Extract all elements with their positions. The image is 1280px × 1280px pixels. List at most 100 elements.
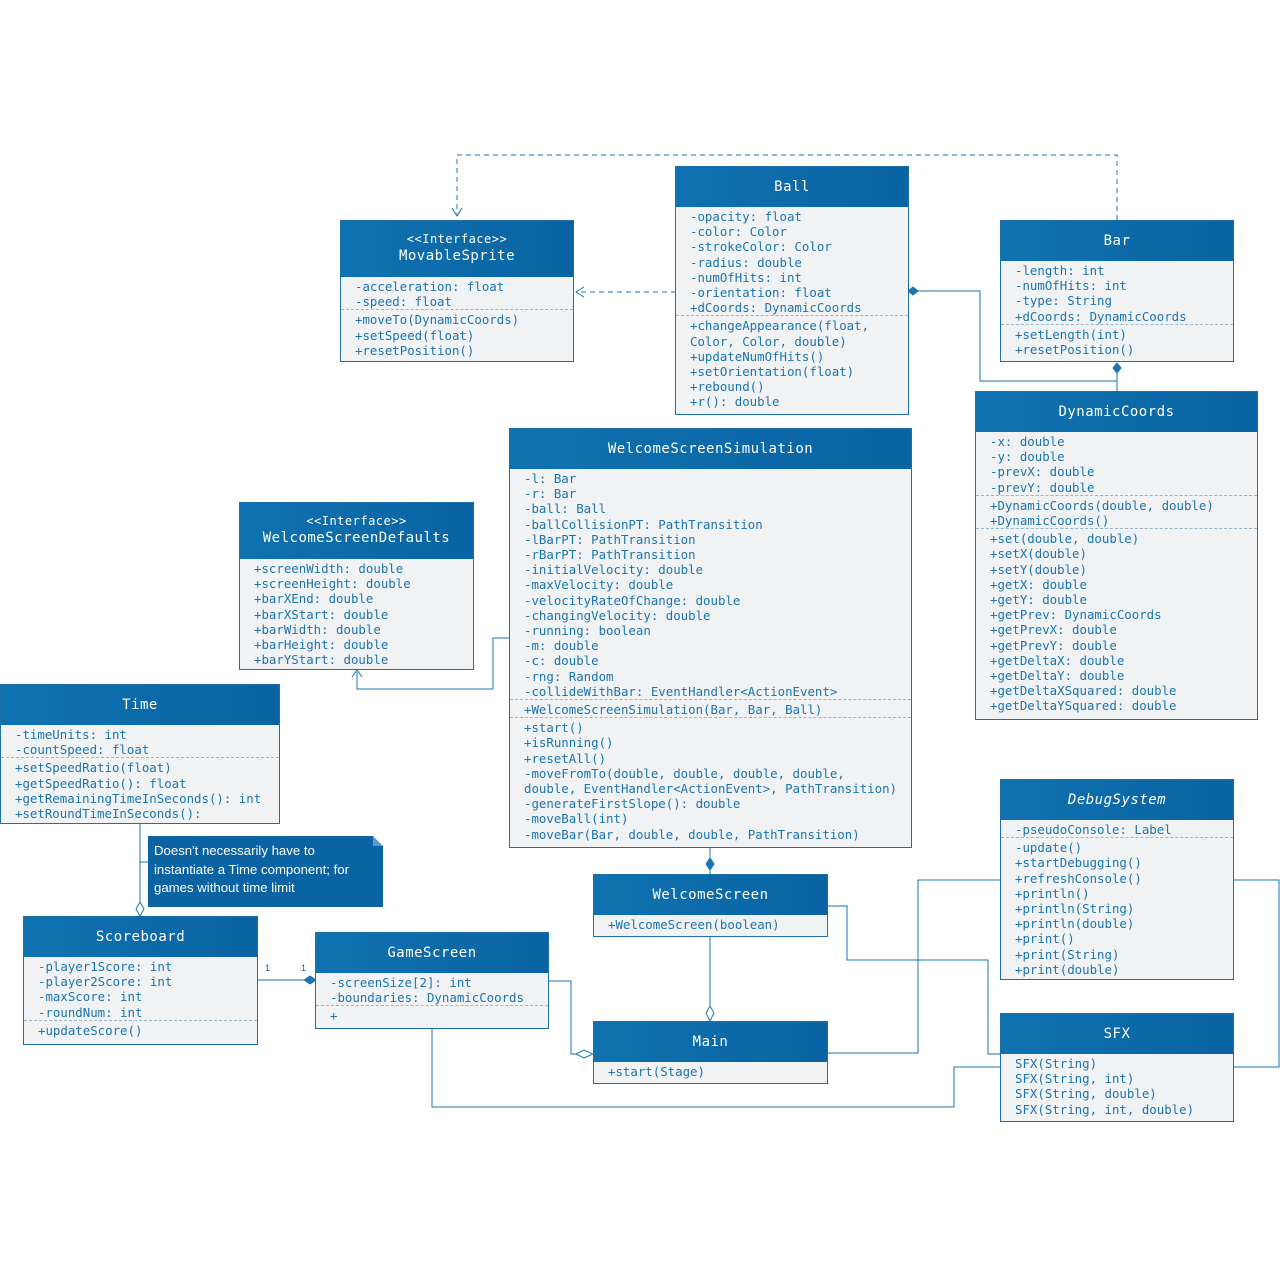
member-row: +getSpeedRatio(): float <box>15 775 187 791</box>
member-row: -pseudoConsole: Label <box>1015 822 1172 837</box>
member-row: -moveBar(Bar, double, double, PathTransi… <box>524 826 860 842</box>
class-bar[interactable]: Bar -length: int -numOfHits: int -type: St… <box>1000 220 1234 362</box>
member-row: +r(): double <box>690 394 780 410</box>
member-row: -l: Bar <box>524 471 577 486</box>
stereotype-label: <<Interface>> <box>306 514 407 528</box>
member-row: +refreshConsole() <box>1015 870 1142 886</box>
member-row: -countSpeed: float <box>15 742 150 758</box>
member-row: +setSpeedRatio(float) <box>15 760 172 776</box>
class-welcomescreensimulation[interactable]: WelcomeScreenSimulation -l: Bar -r: Bar -b… <box>509 428 912 848</box>
member-row: -lBarPT: PathTransition <box>524 531 696 547</box>
member-row: +dCoords: DynamicCoords <box>690 300 862 316</box>
member-row: -update() <box>1015 840 1083 856</box>
member-row: -color: Color <box>690 224 787 240</box>
member-row: +getPrevY: double <box>990 637 1117 653</box>
class-gamescreen[interactable]: GameScreen -screenSize[2]: int -boundarie… <box>315 932 549 1029</box>
member-row: -orientation: float <box>690 285 832 301</box>
composition-diamond-simulation <box>705 857 715 871</box>
class-title: DynamicCoords <box>1058 404 1175 420</box>
aggregation-diamond-main-top <box>705 1004 715 1023</box>
class-welcomescreen[interactable]: WelcomeScreen +WelcomeScreen(boolean) <box>593 874 828 937</box>
member-row: +getDeltaY: double <box>990 668 1125 684</box>
class-dynamiccoords[interactable]: DynamicCoords -x: double -y: double -prevX… <box>975 391 1258 720</box>
member-row: Color, Color, double) <box>690 333 847 349</box>
class-welcomescreen-header: WelcomeScreen <box>594 875 827 915</box>
member-row: -maxScore: int <box>38 989 143 1005</box>
member-row: +setY(double) <box>990 561 1087 577</box>
member-row: +getRemainingTimeInSeconds(): int <box>15 790 262 806</box>
member-row: +changeAppearance(float, <box>690 318 870 334</box>
member-row: -roundNum: int <box>38 1004 143 1020</box>
member-row: +getDeltaYSquared: double <box>990 698 1177 714</box>
member-row: -timeUnits: int <box>15 727 127 742</box>
methods-section: SFX(String) SFX(String, int) SFX(String, d… <box>1001 1054 1233 1117</box>
attributes-section: -opacity: float -color: Color -strokeColor… <box>676 207 908 315</box>
class-time-header: Time <box>1 685 279 725</box>
class-title: GameScreen <box>387 945 477 961</box>
class-time[interactable]: Time -timeUnits: int -countSpeed: float +… <box>0 684 280 824</box>
member-row: -c: double <box>524 653 599 669</box>
attributes-section: -x: double -y: double -prevX: double -prevY… <box>976 432 1257 495</box>
class-title: DebugSystem <box>1067 792 1167 808</box>
attributes-section: -player1Score: int -player2Score: int -max… <box>24 957 257 1020</box>
class-movablesprite[interactable]: <<Interface>> MovableSprite -acceleratio… <box>340 220 574 362</box>
member-row: +resetPosition() <box>1015 342 1135 358</box>
member-row: -rng: Random <box>524 668 614 684</box>
member-row: +startDebugging() <box>1015 855 1142 871</box>
main-debugsystem-link <box>828 879 1000 1054</box>
realization-arrowhead-top <box>451 207 463 217</box>
member-row: +start(Stage) <box>608 1064 705 1079</box>
member-row: -screenSize[2]: int <box>330 975 472 990</box>
member-row: -radius: double <box>690 254 802 270</box>
member-row: -numOfHits: int <box>690 269 802 285</box>
class-main[interactable]: Main +start(Stage) <box>593 1021 828 1084</box>
aggregation-diamond-scoreboard <box>135 900 145 918</box>
member-row: +setRoundTimeInSeconds(): <box>15 806 202 822</box>
class-title: Time <box>122 697 158 713</box>
attributes-section: -acceleration: float -speed: float <box>341 277 573 309</box>
methods-section: +updateScore() <box>24 1019 257 1038</box>
member-row: -numOfHits: int <box>1015 278 1127 294</box>
member-row: +barYStart: double <box>254 652 389 668</box>
composition-diamond-ball <box>907 286 919 296</box>
class-sfx[interactable]: SFX SFX(String) SFX(String, int) SFX(Strin… <box>1000 1013 1234 1122</box>
stereotype-label: <<Interface>> <box>406 232 508 246</box>
class-title: Ball <box>774 179 810 195</box>
member-row: -prevX: double <box>990 464 1095 480</box>
class-scoreboard-header: Scoreboard <box>24 917 257 957</box>
class-scoreboard[interactable]: Scoreboard -player1Score: int -player2Sco… <box>23 916 258 1045</box>
member-row: -running: boolean <box>524 623 651 639</box>
class-title: Bar <box>1103 233 1131 249</box>
member-row: +dCoords: DynamicCoords <box>1015 308 1187 324</box>
member-row: SFX(String, int, double) <box>1015 1101 1195 1117</box>
class-bar-header: Bar <box>1001 221 1233 261</box>
gamescreen-main-aggregation <box>549 980 578 1055</box>
member-row: +WelcomeScreen(boolean) <box>608 917 780 932</box>
class-debugsystem-header: DebugSystem <box>1001 780 1233 820</box>
class-welcomescreensimulation-header: WelcomeScreenSimulation <box>510 429 911 469</box>
member-row: +screenHeight: double <box>254 576 411 592</box>
member-row: +println() <box>1015 885 1090 901</box>
constructors-section: +WelcomeScreenSimulation(Bar, Bar, Ball) <box>510 699 911 717</box>
composition-diamond-bar <box>1112 362 1122 374</box>
member-row: +resetPosition() <box>355 342 475 358</box>
member-row: +getY: double <box>990 592 1087 608</box>
member-row: +resetAll() <box>524 750 607 766</box>
member-row: -prevY: double <box>990 479 1095 495</box>
member-row: -strokeColor: Color <box>690 239 832 255</box>
methods-section: +setLength(int) +resetPosition() <box>1001 323 1233 358</box>
member-row: +isRunning() <box>524 735 614 751</box>
class-main-header: Main <box>594 1022 827 1062</box>
methods-section: +start(Stage) <box>594 1062 827 1079</box>
attributes-section: -timeUnits: int -countSpeed: float <box>1 725 279 757</box>
class-ball[interactable]: Ball -opacity: float -color: Color -stroke… <box>675 166 909 415</box>
class-welcomescreendefaults[interactable]: <<Interface>> WelcomeScreenDefaults +scr… <box>239 502 474 670</box>
member-row: -speed: float <box>355 294 452 310</box>
methods-section: +WelcomeScreen(boolean) <box>594 915 827 932</box>
class-debugsystem[interactable]: DebugSystem -pseudoConsole: Label -updat… <box>1000 779 1234 980</box>
class-title: WelcomeScreenDefaults <box>262 530 451 546</box>
methods-section: +changeAppearance(float, Color, Color, do… <box>676 315 908 409</box>
member-row: +getPrev: DynamicCoords <box>990 607 1162 623</box>
member-row: -type: String <box>1015 293 1112 309</box>
member-row: +setOrientation(float) <box>690 364 855 380</box>
